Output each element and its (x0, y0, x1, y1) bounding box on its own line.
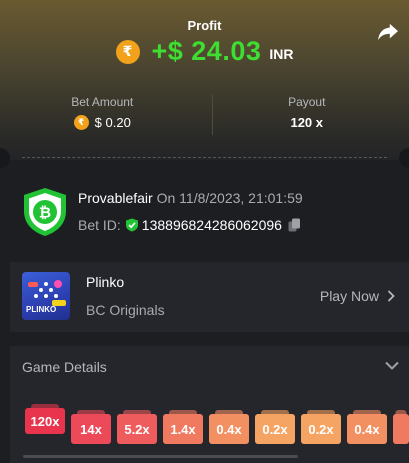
multiplier-bucket: 5.2x (117, 414, 157, 444)
game-name: Plinko (86, 274, 125, 290)
bet-id-value: 138896824286062096 (141, 217, 282, 233)
payout-stat: Payout 120 x (205, 95, 409, 137)
svg-text:₿: ₿ (39, 205, 51, 222)
multiplier-bucket: 120x (25, 408, 65, 434)
scroll-track[interactable] (23, 455, 298, 458)
game-category: BC Originals (86, 302, 165, 318)
ticket-notch-right (399, 148, 409, 168)
profit-row: ₹ +$ 24.03 INR (0, 36, 409, 67)
profit-amount: +$ 24.03 (151, 36, 262, 66)
bet-stats: Bet Amount ₹ $ 0.20 Payout 120 x (0, 95, 409, 137)
multiplier-bucket: 14x (71, 414, 111, 444)
multiplier-bucket: 0.4x (347, 414, 387, 444)
multiplier-bucket: 0.2x (301, 414, 341, 444)
rupee-coin-icon: ₹ (73, 115, 89, 130)
dashed-divider (22, 157, 387, 158)
multiplier-bucket (393, 414, 409, 444)
multiplier-bucket: 1.4x (163, 414, 203, 444)
bet-date: On 11/8/2023, 21:01:59 (156, 190, 303, 206)
play-now-button[interactable]: Play Now (320, 288, 395, 304)
profit-label: Profit (187, 18, 222, 33)
rupee-coin-icon: ₹ (115, 39, 140, 64)
play-now-label: Play Now (319, 288, 379, 304)
game-details-title: Game Details (22, 359, 107, 375)
provably-fair-section: ₿ Provablefair On 11/8/2023, 21:01:59 Be… (22, 187, 392, 237)
bet-amount-label: Bet Amount (71, 95, 134, 109)
provably-fair-name: Provablefair (78, 190, 153, 206)
stats-divider (212, 95, 213, 135)
profit-currency: INR (269, 45, 294, 62)
chevron-down-icon[interactable] (385, 361, 399, 370)
verified-shield-icon (125, 218, 138, 232)
bet-amount-value: $ 0.20 (94, 115, 131, 130)
copy-icon[interactable] (288, 218, 301, 232)
bet-id-label: Bet ID: (78, 217, 121, 233)
payout-label: Payout (288, 95, 326, 109)
bet-amount-stat: Bet Amount ₹ $ 0.20 (0, 95, 205, 137)
bitcoin-shield-icon: ₿ (24, 188, 66, 236)
chevron-right-icon (387, 290, 395, 302)
multiplier-bucket: 0.2x (255, 414, 295, 444)
game-card[interactable]: PLINKO Plinko BC Originals Play Now (10, 262, 409, 332)
plinko-thumb-text: PLINKO (26, 305, 57, 314)
share-icon[interactable] (377, 22, 399, 42)
plinko-thumbnail: PLINKO (22, 272, 70, 320)
payout-value: 120 x (290, 115, 324, 130)
multiplier-buckets: 120x 14x 5.2x 1.4x 0.4x 0.2x 0.2x 0.4x (0, 408, 409, 454)
multiplier-bucket: 0.4x (209, 414, 249, 444)
